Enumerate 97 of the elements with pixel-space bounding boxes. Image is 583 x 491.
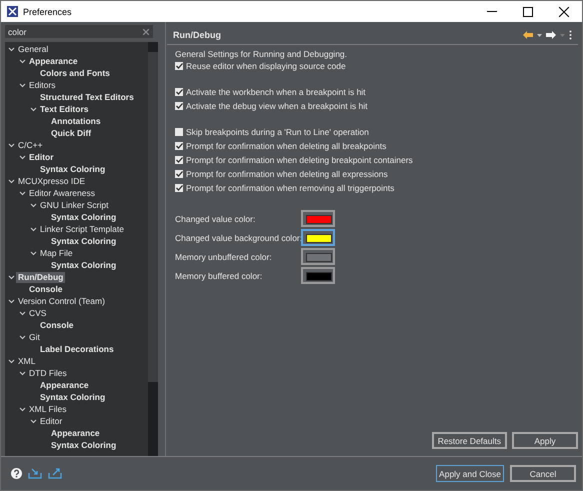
search-field[interactable]: color [5,25,153,38]
tree-item[interactable]: C/C++ [16,140,45,150]
chevron-icon[interactable] [19,154,26,160]
tree-item[interactable]: DTD Files [27,368,69,378]
back-arrow-icon[interactable] [523,31,533,39]
color-label: Memory buffered color: [175,270,264,280]
tree-item[interactable]: Syntax Coloring [49,440,118,450]
checkbox[interactable] [175,184,183,192]
description-text: General Settings for Running and Debugging. [175,49,348,59]
chevron-icon[interactable] [19,334,26,340]
dropdown-icon[interactable] [537,34,542,36]
color-picker-button[interactable] [301,248,335,265]
checkbox-label[interactable]: Prompt for confirmation when deleting breakpoint containers [186,155,413,165]
tree-item[interactable]: Console [27,284,65,294]
help-icon[interactable] [11,468,22,479]
checkbox[interactable] [175,142,183,150]
tree-item[interactable]: Label Decorations [38,344,116,354]
tree-item[interactable]: Annotations [49,116,103,126]
chevron-icon[interactable] [8,298,15,304]
checkbox-label[interactable]: Reuse editor when displaying source code [186,61,346,71]
tree-item[interactable]: Colors and Fonts [38,68,112,78]
color-label: Changed value color: [175,214,256,224]
chevron-icon[interactable] [19,310,26,316]
import-icon[interactable] [28,468,42,479]
checkbox-label[interactable]: Activate the debug view when a breakpoint is hit [186,101,368,111]
tree-item[interactable]: Linker Script Template [38,224,126,234]
color-picker-button[interactable] [301,229,335,246]
tree-item[interactable]: GNU Linker Script [38,200,110,210]
tree-item[interactable]: XML Files [27,404,68,414]
chevron-icon[interactable] [19,82,26,88]
checkbox[interactable] [175,170,183,178]
tree-item[interactable]: Quick Diff [49,128,94,138]
tree-item[interactable]: Structured Text Editors [38,92,136,102]
chevron-icon[interactable] [8,142,15,148]
tree-item[interactable]: MCUXpresso IDE [16,176,88,186]
tree-item[interactable]: Editor Awareness [27,188,97,198]
forward-arrow-icon[interactable] [546,31,556,39]
checkbox[interactable] [175,156,183,164]
color-picker-button[interactable] [301,210,335,227]
window-title: Preferences [23,6,73,16]
tree-item[interactable]: General [16,44,50,54]
dialog-button[interactable]: Cancel [510,465,576,482]
tree-item[interactable]: Version Control (Team) [16,296,107,306]
checkbox-label[interactable]: Skip breakpoints during a 'Run to Line' operation [186,127,369,137]
tree-item[interactable]: Appearance [27,56,80,66]
tree-item[interactable]: Text Editors [38,104,90,114]
checkbox[interactable] [175,88,183,96]
tree-item[interactable]: Syntax Coloring [38,164,108,174]
close-icon[interactable] [559,6,569,16]
checkbox-label[interactable]: Prompt for confirmation when removing all triggerpoints [186,183,394,193]
chevron-icon[interactable] [30,106,37,112]
checkbox-label[interactable]: Activate the workbench when a breakpoint is hit [186,87,366,97]
color-label: Changed value background color: [175,232,303,242]
page-title: Run/Debug [173,30,222,40]
checkbox[interactable] [175,128,183,136]
dialog-button[interactable]: Apply and Close [436,465,504,482]
chevron-icon[interactable] [30,202,37,208]
checkbox[interactable] [175,62,183,70]
tree-item[interactable]: Syntax Coloring [49,212,118,222]
chevron-icon[interactable] [8,358,15,364]
color-picker-button[interactable] [301,267,335,284]
chevron-icon[interactable] [8,274,15,280]
tree-item[interactable]: Run/Debug [16,272,66,282]
export-icon[interactable] [48,468,62,479]
tree-item[interactable]: CVS [27,308,48,318]
tree-item[interactable]: Appearance [38,380,91,390]
chevron-icon[interactable] [30,418,37,424]
chevron-icon[interactable] [8,178,15,184]
page-button[interactable]: Restore Defaults [432,432,507,449]
page-button[interactable]: Apply [512,432,578,449]
tree-item[interactable]: XML [16,356,38,366]
clear-icon[interactable] [143,28,149,34]
tree-item[interactable]: Appearance [49,428,102,438]
checkbox-label[interactable]: Prompt for confirmation when deleting all breakpoints [186,141,386,151]
scrollbar[interactable] [148,42,158,456]
checkbox-label[interactable]: Prompt for confirmation when deleting all expressions [186,169,388,179]
chevron-icon[interactable] [19,406,26,412]
color-label: Memory unbuffered color: [175,252,273,262]
maximize-icon[interactable] [523,6,533,16]
checkbox[interactable] [175,102,183,110]
chevron-icon[interactable] [8,46,15,52]
tree-item[interactable]: Git [27,332,42,342]
app-icon [7,6,18,17]
chevron-icon[interactable] [19,190,26,196]
more-icon[interactable] [569,30,572,40]
tree-item[interactable]: Console [38,320,76,330]
tree-item[interactable]: Editor [38,416,64,426]
tree-item[interactable]: Syntax Coloring [49,260,118,270]
tree-item[interactable]: Syntax Coloring [49,236,118,246]
chevron-icon[interactable] [30,226,37,232]
tree-item[interactable]: Editor [27,152,56,162]
tree-item[interactable]: Syntax Coloring [38,392,108,402]
tree-item[interactable]: Map File [38,248,75,258]
tree-item[interactable]: Editors [27,80,58,90]
chevron-icon[interactable] [19,370,26,376]
chevron-icon[interactable] [30,250,37,256]
chevron-icon[interactable] [19,58,26,64]
